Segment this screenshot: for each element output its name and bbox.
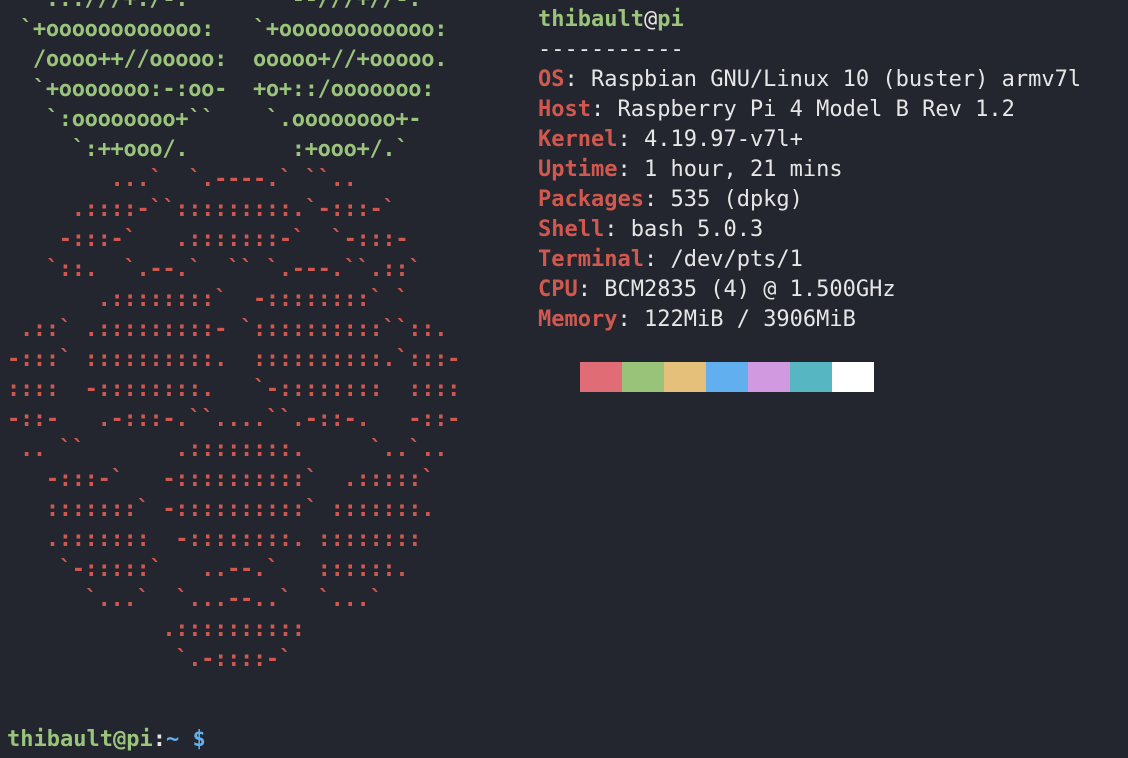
logo-leaves: `.::///+:/-. --///+//-:`` `+oooooooooooo… bbox=[19, 0, 448, 162]
system-info-panel: thibault@pi ----------- OS: Raspbian GNU… bbox=[538, 5, 1081, 335]
logo-berry: ...` `.----.` ``.. .::::-``:::::::::.`-:… bbox=[7, 167, 461, 672]
info-value: 4.19.97-v7l+ bbox=[643, 127, 803, 152]
info-key: OS bbox=[538, 67, 565, 92]
info-value: Raspbian GNU/Linux 10 (buster) armv7l bbox=[591, 67, 1082, 92]
prompt-user-host: thibault@pi bbox=[7, 727, 153, 752]
info-row-cpu: CPU: BCM2835 (4) @ 1.500GHz bbox=[538, 277, 896, 302]
info-value: Raspberry Pi 4 Model B Rev 1.2 bbox=[617, 97, 1015, 122]
info-key: Memory bbox=[538, 307, 618, 332]
info-key: Host bbox=[538, 97, 591, 122]
info-value: /dev/pts/1 bbox=[670, 247, 803, 272]
prompt-path: ~ bbox=[165, 727, 180, 752]
info-at: @ bbox=[643, 7, 658, 32]
info-key: Shell bbox=[538, 217, 605, 242]
palette-swatch bbox=[832, 362, 874, 392]
palette-swatch bbox=[748, 362, 790, 392]
info-row-memory: Memory: 122MiB / 3906MiB bbox=[538, 307, 856, 332]
info-row-shell: Shell: bash 5.0.3 bbox=[538, 217, 764, 242]
info-key: Kernel bbox=[538, 127, 618, 152]
info-value: BCM2835 (4) @ 1.500GHz bbox=[604, 277, 896, 302]
info-separator: ----------- bbox=[538, 37, 684, 62]
info-user: thibault bbox=[538, 7, 644, 32]
palette-swatch bbox=[790, 362, 832, 392]
shell-prompt[interactable]: thibault@pi:~ $ bbox=[7, 725, 206, 755]
info-key: CPU bbox=[538, 277, 578, 302]
info-row-packages: Packages: 535 (dpkg) bbox=[538, 187, 803, 212]
info-row-kernel: Kernel: 4.19.97-v7l+ bbox=[538, 127, 803, 152]
palette-swatch bbox=[664, 362, 706, 392]
info-row-uptime: Uptime: 1 hour, 21 mins bbox=[538, 157, 843, 182]
terminal-window[interactable]: `.::///+:/-. --///+//-:`` `+oooooooooooo… bbox=[0, 0, 1128, 758]
color-palette bbox=[538, 362, 874, 392]
prompt-dollar: $ bbox=[192, 727, 206, 752]
info-row-os: OS: Raspbian GNU/Linux 10 (buster) armv7… bbox=[538, 67, 1082, 92]
palette-swatch bbox=[706, 362, 748, 392]
palette-swatch bbox=[580, 362, 622, 392]
info-value: bash 5.0.3 bbox=[630, 217, 764, 242]
info-row-host: Host: Raspberry Pi 4 Model B Rev 1.2 bbox=[538, 97, 1015, 122]
info-value: 122MiB / 3906MiB bbox=[643, 307, 856, 332]
info-host: pi bbox=[657, 7, 684, 32]
info-value: 535 (dpkg) bbox=[670, 187, 803, 212]
info-title: thibault@pi bbox=[538, 5, 1081, 35]
prompt-colon: : bbox=[152, 727, 166, 752]
info-key: Uptime bbox=[538, 157, 618, 182]
info-value: 1 hour, 21 mins bbox=[643, 157, 843, 182]
raspberry-ascii-logo: `.::///+:/-. --///+//-:`` `+oooooooooooo… bbox=[7, 0, 460, 675]
palette-swatch bbox=[538, 362, 580, 392]
info-key: Packages bbox=[538, 187, 644, 212]
info-row-terminal: Terminal: /dev/pts/1 bbox=[538, 247, 803, 272]
palette-swatch bbox=[622, 362, 664, 392]
info-key: Terminal bbox=[538, 247, 644, 272]
